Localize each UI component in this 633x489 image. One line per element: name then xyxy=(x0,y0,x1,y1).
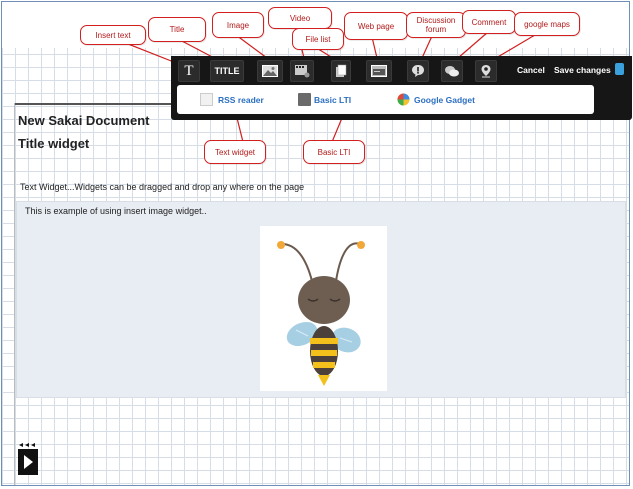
comment-button[interactable] xyxy=(441,60,463,82)
web-page-button[interactable] xyxy=(366,60,392,82)
discussion-forum-button[interactable] xyxy=(407,60,429,82)
callout-text-widget: Text widget xyxy=(204,140,266,164)
video-button[interactable] xyxy=(290,60,314,82)
image-caption: This is example of using insert image wi… xyxy=(25,206,207,216)
speech-bubble-icon xyxy=(412,65,424,77)
cancel-button[interactable]: Cancel xyxy=(517,65,545,75)
callout-video: Video xyxy=(268,7,332,29)
google-gadget-icon xyxy=(397,93,410,106)
google-gadget-button[interactable]: Google Gadget xyxy=(414,95,475,105)
title-button[interactable]: TITLE xyxy=(210,60,244,82)
callout-google-maps: google maps xyxy=(514,12,580,36)
callout-comment: Comment xyxy=(462,10,516,34)
file-list-button[interactable] xyxy=(331,60,351,82)
bee-illustration xyxy=(277,241,365,386)
side-panel-tab[interactable] xyxy=(615,63,624,75)
document-title: New Sakai Document xyxy=(18,113,150,128)
document-left-border xyxy=(14,103,15,485)
rss-icon xyxy=(200,93,213,106)
image-widget[interactable]: This is example of using insert image wi… xyxy=(16,201,626,398)
image-button[interactable] xyxy=(257,60,283,82)
callout-web-page: Web page xyxy=(344,12,408,40)
basic-lti-icon xyxy=(298,93,311,106)
image-icon xyxy=(262,65,278,77)
save-changes-button[interactable]: Save changes xyxy=(554,65,611,75)
video-icon xyxy=(295,65,310,78)
widget-subbar: RSS reader Basic LTI Google Gadget xyxy=(177,85,594,114)
bee-image xyxy=(260,226,387,391)
insert-text-button[interactable]: T xyxy=(178,60,200,82)
text-widget[interactable]: Text Widget...Widgets can be dragged and… xyxy=(20,182,304,192)
callout-image: Image xyxy=(212,12,264,38)
file-list-icon xyxy=(336,64,347,77)
title-widget[interactable]: Title widget xyxy=(18,136,89,151)
web-page-icon xyxy=(371,65,387,77)
basic-lti-button[interactable]: Basic LTI xyxy=(314,95,351,105)
callout-discussion-forum: Discussion forum xyxy=(406,12,466,38)
rss-reader-button[interactable]: RSS reader xyxy=(218,95,264,105)
google-maps-button[interactable] xyxy=(475,60,497,82)
clapperboard-icon[interactable] xyxy=(17,443,43,477)
callout-file-list: File list xyxy=(292,28,344,50)
map-pin-icon xyxy=(481,65,491,78)
callout-basic-lti: Basic LTI xyxy=(303,140,365,164)
callout-insert-text: Insert text xyxy=(80,25,146,45)
callout-title: Title xyxy=(148,17,206,42)
comment-icon xyxy=(445,66,459,77)
